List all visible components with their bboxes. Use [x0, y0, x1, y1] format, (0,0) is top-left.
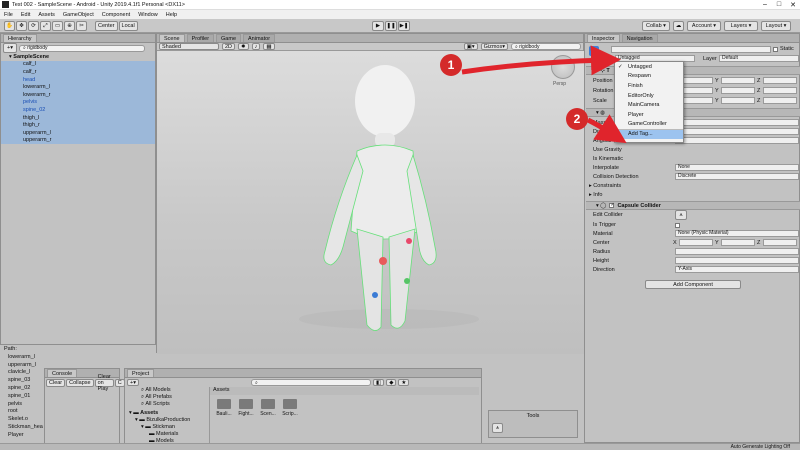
annotation-layer — [461, 45, 627, 144]
annotation-badge-1: 1 — [440, 54, 462, 76]
status-text: Auto Generate Lighting Off — [730, 444, 790, 450]
arrow-two — [586, 114, 627, 144]
arrow-one — [461, 45, 621, 76]
status-bar: Auto Generate Lighting Off — [0, 443, 800, 450]
annotation-badge-2: 2 — [566, 108, 588, 130]
